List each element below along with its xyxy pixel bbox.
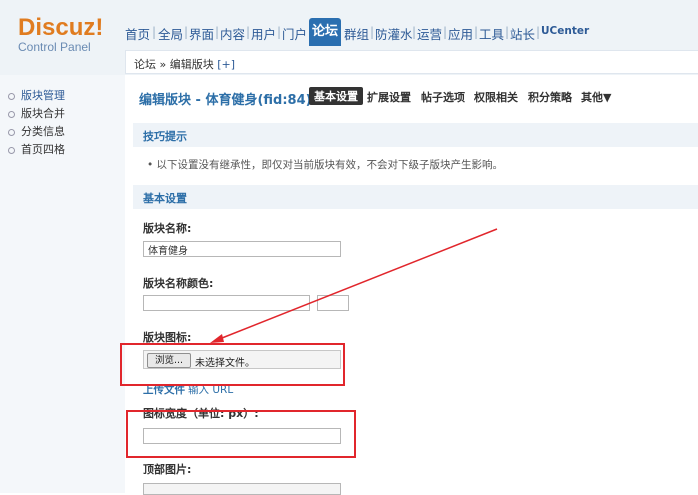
- annotation-arrow: [210, 228, 498, 343]
